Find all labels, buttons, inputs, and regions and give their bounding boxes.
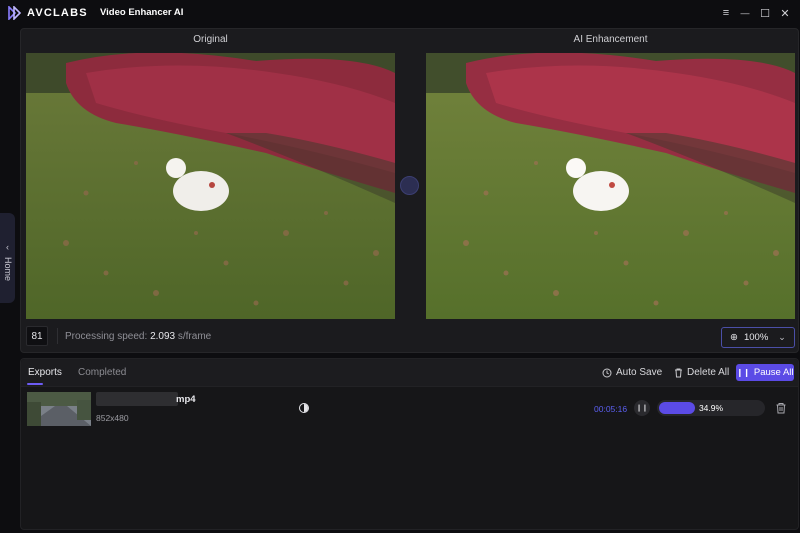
title-bar: AVCLABS Video Enhancer AI ≡ — ☐ ✕ bbox=[0, 0, 800, 26]
pause-all-label: Pause All bbox=[753, 367, 794, 378]
filename-extension: mp4 bbox=[176, 394, 196, 405]
delete-all-button[interactable]: Delete All bbox=[674, 367, 729, 378]
app-title: Video Enhancer AI bbox=[100, 7, 184, 18]
menu-icon[interactable]: ≡ bbox=[718, 5, 734, 21]
separator bbox=[57, 328, 58, 344]
video-thumbnail bbox=[27, 392, 91, 426]
brand-name: AVCLABS bbox=[27, 7, 88, 19]
home-label: Home bbox=[2, 256, 13, 282]
pause-icon: ❙❙ bbox=[736, 368, 750, 377]
avclabs-logo-icon bbox=[8, 6, 22, 20]
active-tab-indicator bbox=[27, 383, 43, 385]
progress-percent: 34.9% bbox=[698, 403, 724, 413]
filename-redacted bbox=[96, 392, 178, 406]
ai-enhanced-frame bbox=[426, 53, 795, 319]
ai-enhancement-label: AI Enhancement bbox=[573, 34, 648, 45]
elapsed-time: 00:05:16 bbox=[594, 404, 628, 414]
processing-speed-label: Processing speed: bbox=[65, 331, 151, 342]
frame-number: 81 bbox=[26, 326, 48, 346]
contrast-icon[interactable] bbox=[299, 403, 309, 413]
exports-tab-bar: Exports Completed Auto Save Delete All ❙… bbox=[21, 359, 798, 387]
home-tab[interactable]: ‹ Home bbox=[0, 213, 15, 303]
progress-bar: 34.9% bbox=[657, 400, 765, 416]
delete-item-icon[interactable] bbox=[775, 402, 787, 414]
delete-all-label: Delete All bbox=[687, 367, 730, 378]
auto-save-button[interactable]: Auto Save bbox=[602, 367, 662, 378]
original-frame bbox=[26, 53, 395, 319]
tab-exports[interactable]: Exports bbox=[28, 367, 62, 378]
compare-divider-handle[interactable] bbox=[400, 176, 419, 195]
maximize-button[interactable]: ☐ bbox=[757, 5, 773, 21]
processing-speed-unit: s/frame bbox=[175, 331, 212, 342]
auto-save-label: Auto Save bbox=[616, 367, 663, 378]
zoom-select[interactable]: ⊕ 100% ⌄ bbox=[721, 327, 795, 348]
pause-all-button[interactable]: ❙❙ Pause All bbox=[736, 364, 794, 381]
export-item-row: mp4 852x480 00:05:16 ❙❙ 34.9% bbox=[21, 389, 798, 429]
tab-completed[interactable]: Completed bbox=[78, 367, 126, 378]
exports-panel: Exports Completed Auto Save Delete All ❙… bbox=[20, 358, 799, 530]
video-resolution: 852x480 bbox=[96, 413, 129, 423]
trash-icon bbox=[675, 368, 682, 377]
processing-speed-value: 2.093 bbox=[150, 331, 176, 342]
preview-panel: Original AI Enhancement 81 Processing sp… bbox=[20, 28, 799, 353]
zoom-value: 100% bbox=[743, 332, 769, 343]
chevron-down-icon: ⌄ bbox=[778, 332, 786, 342]
chevron-left-icon: ‹ bbox=[6, 242, 9, 252]
close-button[interactable]: ✕ bbox=[777, 5, 793, 21]
minimize-button[interactable]: — bbox=[737, 5, 753, 21]
zoom-in-icon: ⊕ bbox=[730, 332, 738, 343]
auto-save-icon bbox=[602, 368, 612, 377]
processing-speed: Processing speed: 2.093 s/frame bbox=[65, 331, 211, 342]
original-label: Original bbox=[193, 34, 228, 45]
pause-item-button[interactable]: ❙❙ bbox=[634, 400, 650, 416]
